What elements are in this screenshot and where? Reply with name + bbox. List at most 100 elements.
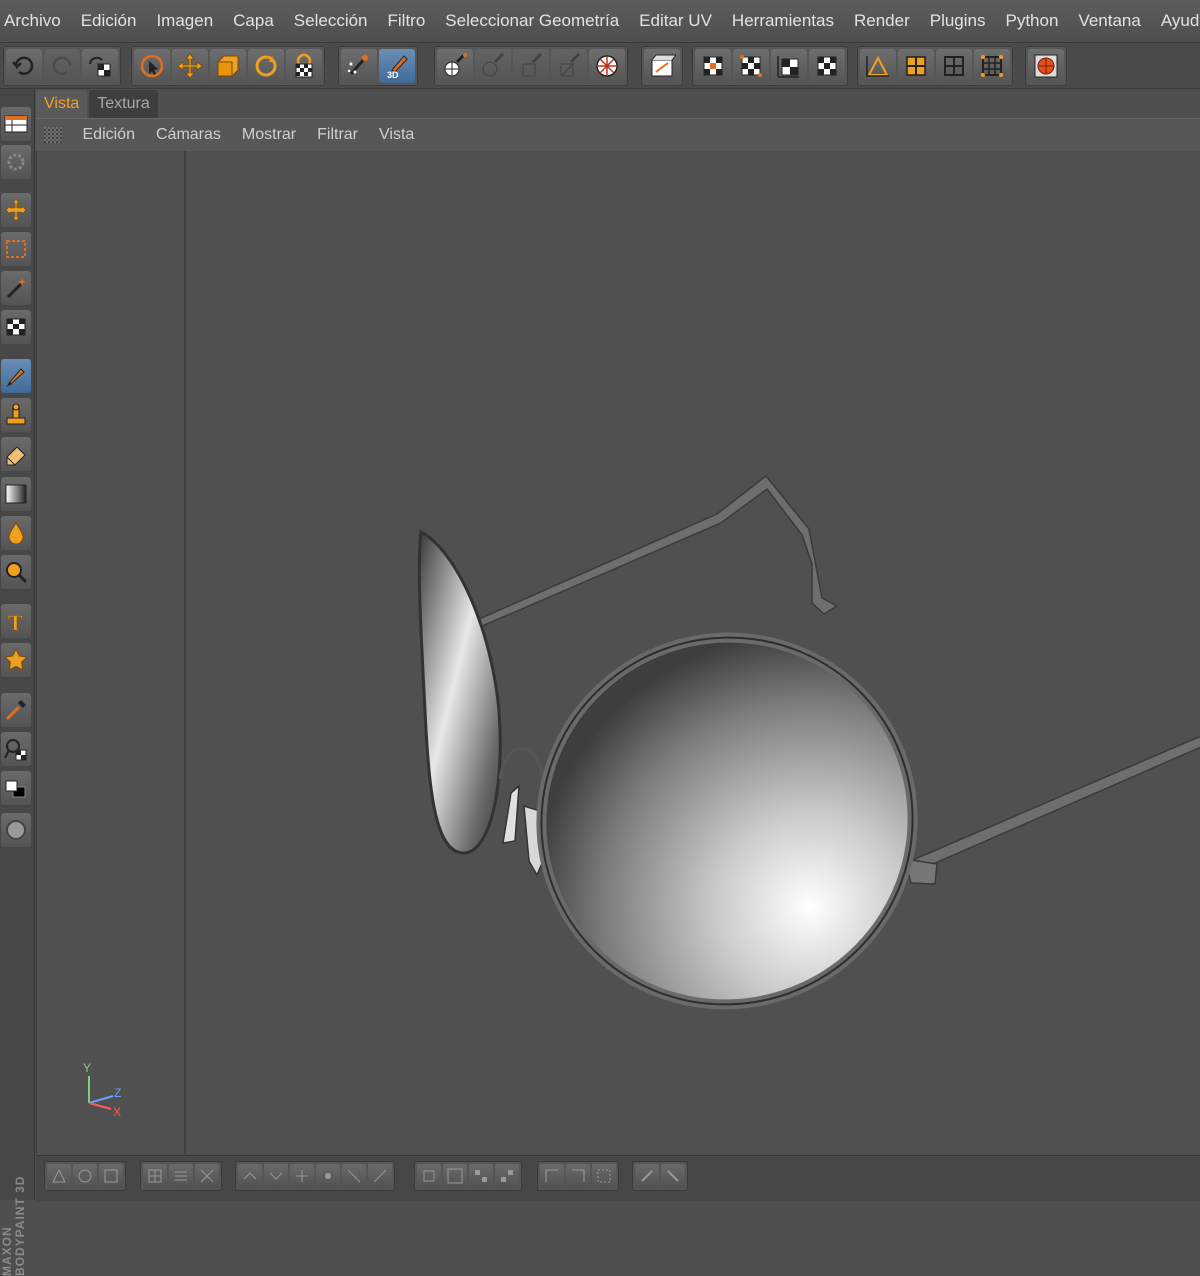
view-menu-cámaras[interactable]: Cámaras xyxy=(145,126,231,144)
left-tool-column: T MAXON BODYPAINT 3D xyxy=(0,89,35,1276)
menu-item-archivo[interactable]: Archivo xyxy=(0,0,71,42)
checker-1-icon[interactable] xyxy=(695,49,731,83)
bottom-tool-6-icon[interactable] xyxy=(195,1164,219,1188)
bottom-tool-3-icon[interactable] xyxy=(99,1164,123,1188)
right-lens xyxy=(536,632,918,1010)
view-menu-mostrar[interactable]: Mostrar xyxy=(231,126,306,144)
bottom-tool-21-icon[interactable] xyxy=(661,1164,685,1188)
viewport-3d[interactable]: Y Z X xyxy=(36,151,1200,1154)
transform-icon[interactable] xyxy=(1,310,31,344)
bottom-tool-18-icon[interactable] xyxy=(566,1164,590,1188)
text-tool-icon[interactable]: T xyxy=(1,604,31,638)
rotate-icon[interactable] xyxy=(248,49,284,83)
brush-icon[interactable] xyxy=(1,359,31,393)
bottom-group-5 xyxy=(537,1161,619,1191)
far-temple-arm xyxy=(476,474,839,628)
menu-item-capa[interactable]: Capa xyxy=(223,0,284,42)
points-mode-icon[interactable] xyxy=(860,49,896,83)
bottom-tool-10-icon[interactable] xyxy=(316,1164,340,1188)
grip-icon[interactable] xyxy=(44,127,62,143)
gear-icon[interactable] xyxy=(1,145,31,179)
layout-icon[interactable] xyxy=(1,107,31,141)
clone-icon[interactable] xyxy=(1,732,31,766)
bottom-tool-5-icon[interactable] xyxy=(169,1164,193,1188)
menu-item-imagen[interactable]: Imagen xyxy=(146,0,223,42)
move-icon[interactable] xyxy=(172,49,208,83)
eraser-icon[interactable] xyxy=(1,437,31,471)
bottom-tool-20-icon[interactable] xyxy=(635,1164,659,1188)
menu-item-herramientas[interactable]: Herramientas xyxy=(722,0,844,42)
projection-paint-4-icon[interactable] xyxy=(551,49,587,83)
sunglasses-model xyxy=(417,474,1200,1010)
bottom-tool-1-icon[interactable] xyxy=(47,1164,71,1188)
uv-mapping-icon[interactable] xyxy=(644,49,680,83)
menu-item-plugins[interactable]: Plugins xyxy=(920,0,996,42)
menu-item-edición[interactable]: Edición xyxy=(71,0,147,42)
checker-4-icon[interactable] xyxy=(809,49,845,83)
reset-icon[interactable] xyxy=(82,49,118,83)
sphere-icon[interactable] xyxy=(1,813,31,847)
smudge-icon[interactable] xyxy=(1,516,31,550)
bottom-tool-9-icon[interactable] xyxy=(290,1164,314,1188)
live-selection-icon[interactable] xyxy=(134,49,170,83)
bottom-tool-13-icon[interactable] xyxy=(417,1164,441,1188)
bottom-tool-14-icon[interactable] xyxy=(443,1164,467,1188)
edges-mode-icon[interactable] xyxy=(898,49,934,83)
menu-item-render[interactable]: Render xyxy=(844,0,920,42)
nose-pad-left xyxy=(502,784,520,844)
checker-3-icon[interactable] xyxy=(771,49,807,83)
menu-item-python[interactable]: Python xyxy=(996,0,1069,42)
projection-paint-2-icon[interactable] xyxy=(475,49,511,83)
bottom-tool-15-icon[interactable] xyxy=(469,1164,493,1188)
lock-texture-icon[interactable] xyxy=(286,49,322,83)
tab-vista[interactable]: Vista xyxy=(36,90,88,118)
toolbar-projection-group xyxy=(434,46,628,86)
uv-mode-icon[interactable] xyxy=(974,49,1010,83)
projection-paint-1-icon[interactable] xyxy=(437,49,473,83)
star-shape-icon[interactable] xyxy=(1,643,31,677)
menu-item-editar-uv[interactable]: Editar UV xyxy=(629,0,722,42)
menu-item-selección[interactable]: Selección xyxy=(284,0,378,42)
projection-paint-3-icon[interactable] xyxy=(513,49,549,83)
menu-item-seleccionar-geometría[interactable]: Seleccionar Geometría xyxy=(435,0,629,42)
render-view-icon[interactable] xyxy=(1028,49,1064,83)
menu-item-filtro[interactable]: Filtro xyxy=(378,0,436,42)
gradient-icon[interactable] xyxy=(1,477,31,511)
polygons-mode-icon[interactable] xyxy=(936,49,972,83)
toolbar-transform-group xyxy=(131,46,325,86)
tab-textura[interactable]: Textura xyxy=(89,90,158,118)
checker-2-icon[interactable] xyxy=(733,49,769,83)
bottom-tool-11-icon[interactable] xyxy=(342,1164,366,1188)
magnify-icon[interactable] xyxy=(1,555,31,589)
bottom-tool-2-icon[interactable] xyxy=(73,1164,97,1188)
menu-item-ventana[interactable]: Ventana xyxy=(1068,0,1150,42)
axis-y-label: Y xyxy=(83,1061,91,1075)
bottom-tool-4-icon[interactable] xyxy=(143,1164,167,1188)
bottom-tool-17-icon[interactable] xyxy=(540,1164,564,1188)
bottom-tool-16-icon[interactable] xyxy=(495,1164,519,1188)
bottom-group-3 xyxy=(235,1161,395,1191)
undo-icon[interactable] xyxy=(6,49,42,83)
color-swatch-icon[interactable] xyxy=(1,771,31,805)
redo-icon[interactable] xyxy=(44,49,80,83)
paint-setup-wizard-icon[interactable] xyxy=(341,49,377,83)
rect-selection-icon[interactable] xyxy=(1,232,31,266)
bottom-tool-19-icon[interactable] xyxy=(592,1164,616,1188)
bottom-tool-12-icon[interactable] xyxy=(368,1164,392,1188)
stamp-icon[interactable] xyxy=(1,398,31,432)
bottom-tool-7-icon[interactable] xyxy=(238,1164,262,1188)
eyedropper-icon[interactable] xyxy=(1,693,31,727)
projection-sphere-icon[interactable] xyxy=(589,49,625,83)
menu-item-ayuda[interactable]: Ayuda xyxy=(1151,0,1200,42)
toolbar-uv-group xyxy=(641,46,683,86)
view-menu-edición[interactable]: Edición xyxy=(72,126,145,144)
magic-wand-icon[interactable] xyxy=(1,271,31,305)
paint-3d-icon[interactable]: 3D xyxy=(379,49,415,83)
view-menu-vista[interactable]: Vista xyxy=(369,126,425,144)
axis-gizmo: Y Z X xyxy=(83,1061,121,1119)
move-tool-icon[interactable] xyxy=(1,193,31,227)
bottom-tool-8-icon[interactable] xyxy=(264,1164,288,1188)
view-menu-filtrar[interactable]: Filtrar xyxy=(307,126,369,144)
scale-icon[interactable] xyxy=(210,49,246,83)
near-temple-arm xyxy=(914,735,1200,873)
